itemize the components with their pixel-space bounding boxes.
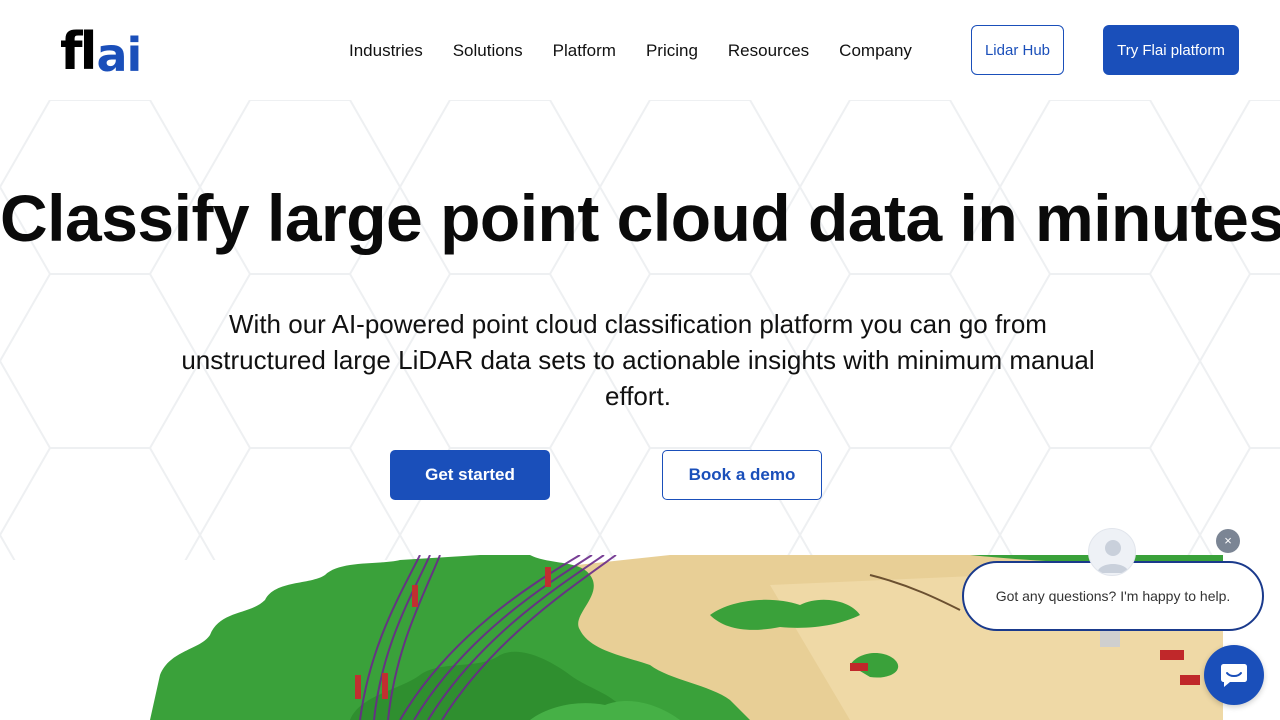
- chat-message-text: Got any questions? I'm happy to help.: [995, 588, 1231, 604]
- hero-subtitle: With our AI-powered point cloud classifi…: [181, 309, 1095, 411]
- chat-agent-avatar: [1088, 528, 1136, 576]
- get-started-button[interactable]: Get started: [390, 450, 550, 500]
- logo-ai-text: ai: [96, 28, 142, 82]
- nav-item-solutions[interactable]: Solutions: [438, 41, 538, 61]
- site-header: fl ai Industries Solutions Platform Pric…: [0, 0, 1280, 100]
- nav-item-pricing[interactable]: Pricing: [631, 41, 713, 61]
- nav-item-platform[interactable]: Platform: [538, 41, 631, 61]
- logo-fl-text: fl: [60, 22, 97, 82]
- nav-item-industries[interactable]: Industries: [334, 41, 438, 61]
- main-nav: Industries Solutions Platform Pricing Re…: [334, 36, 927, 66]
- nav-item-company[interactable]: Company: [824, 41, 927, 61]
- chat-bubble-icon: [1221, 664, 1247, 687]
- try-flai-platform-button[interactable]: Try Flai platform: [1103, 25, 1239, 75]
- person-icon: [1097, 540, 1129, 573]
- chat-launcher-button[interactable]: [1204, 645, 1264, 705]
- chat-close-icon[interactable]: ×: [1216, 529, 1240, 553]
- hero-title: Classify large point cloud data in minut…: [0, 181, 1280, 255]
- flai-logo[interactable]: fl ai: [60, 22, 142, 82]
- nav-item-resources[interactable]: Resources: [713, 41, 824, 61]
- lidar-hub-button[interactable]: Lidar Hub: [971, 25, 1064, 75]
- book-demo-button[interactable]: Book a demo: [662, 450, 822, 500]
